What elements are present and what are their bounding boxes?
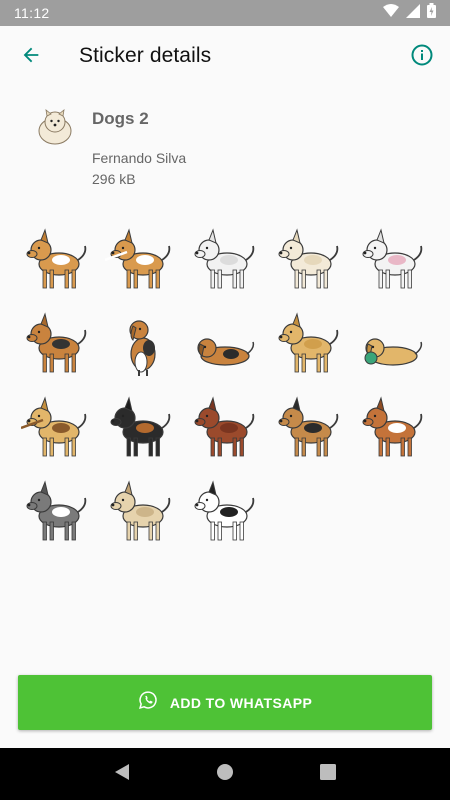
page-title: Sticker details	[79, 44, 212, 67]
sticker-corgi-with-stick[interactable]	[99, 222, 183, 306]
sticker-grid	[15, 222, 435, 558]
dog-sticker-icon	[21, 310, 93, 387]
dog-sticker-icon	[273, 394, 345, 471]
sticker-doberman[interactable]	[183, 390, 267, 474]
dog-sticker-icon	[20, 394, 93, 471]
dog-sticker-icon	[104, 226, 177, 303]
arrow-back-icon	[20, 44, 42, 71]
back-button[interactable]	[14, 40, 48, 74]
dog-sticker-icon	[189, 478, 261, 555]
nav-home-icon	[216, 763, 234, 786]
battery-icon	[427, 3, 436, 23]
nav-recents-icon	[320, 763, 337, 785]
pack-name: Dogs 2	[92, 109, 149, 128]
app-bar: Sticker details	[0, 26, 450, 88]
dog-sticker-icon	[105, 478, 177, 555]
sticker-white-samoyed[interactable]	[267, 222, 351, 306]
sticker-beagle-standing[interactable]	[15, 306, 99, 390]
sticker-spaniel-lying[interactable]	[183, 306, 267, 390]
dog-sticker-icon	[273, 226, 345, 303]
sticker-beagle-sitting[interactable]	[99, 306, 183, 390]
sticker-great-dane-harlequin[interactable]	[183, 474, 267, 558]
sticker-afghan-hound[interactable]	[99, 474, 183, 558]
nav-recents-button[interactable]	[308, 754, 348, 794]
dog-sticker-icon	[273, 310, 345, 387]
dog-sticker-icon	[21, 226, 93, 303]
sticker-husky[interactable]	[15, 474, 99, 558]
signal-icon	[406, 3, 420, 23]
pack-size: 296 kB	[92, 171, 136, 187]
info-icon	[410, 43, 434, 72]
add-to-whatsapp-button[interactable]: ADD TO WHATSAPP	[18, 675, 432, 730]
nav-back-icon	[113, 763, 131, 786]
sticker-boxer[interactable]	[351, 390, 435, 474]
sticker-white-poodle[interactable]	[183, 222, 267, 306]
dog-sticker-icon	[105, 394, 177, 471]
info-button[interactable]	[406, 41, 438, 73]
dog-sticker-icon	[357, 226, 429, 303]
status-bar: 11:12	[0, 0, 450, 26]
sticker-rottweiler[interactable]	[99, 390, 183, 474]
sticker-labrador-fetch-stick[interactable]	[15, 390, 99, 474]
dog-sticker-icon	[189, 226, 261, 303]
add-button-label: ADD TO WHATSAPP	[169, 694, 313, 711]
dog-sticker-icon	[105, 310, 177, 387]
dog-sticker-icon	[357, 310, 429, 387]
whatsapp-icon	[138, 690, 158, 715]
status-icons	[383, 3, 436, 23]
navigation-bar	[0, 748, 450, 800]
sticker-labrador-yellow[interactable]	[267, 306, 351, 390]
wifi-icon	[383, 3, 399, 23]
dog-sticker-icon	[21, 478, 93, 555]
sticker-labrador-with-ball[interactable]	[351, 306, 435, 390]
nav-back-button[interactable]	[102, 754, 142, 794]
nav-home-button[interactable]	[205, 754, 245, 794]
pack-header: Dogs 2 Fernando Silva 296 kB	[0, 100, 450, 200]
sticker-german-shepherd[interactable]	[267, 390, 351, 474]
pack-tray-icon	[34, 106, 76, 148]
sticker-white-bulldog[interactable]	[351, 222, 435, 306]
dog-sticker-icon	[189, 310, 261, 387]
status-time: 11:12	[14, 5, 50, 21]
pack-author: Fernando Silva	[92, 150, 187, 166]
sticker-corgi-standing[interactable]	[15, 222, 99, 306]
dog-sticker-icon	[357, 394, 429, 471]
dog-sticker-icon	[189, 394, 261, 471]
